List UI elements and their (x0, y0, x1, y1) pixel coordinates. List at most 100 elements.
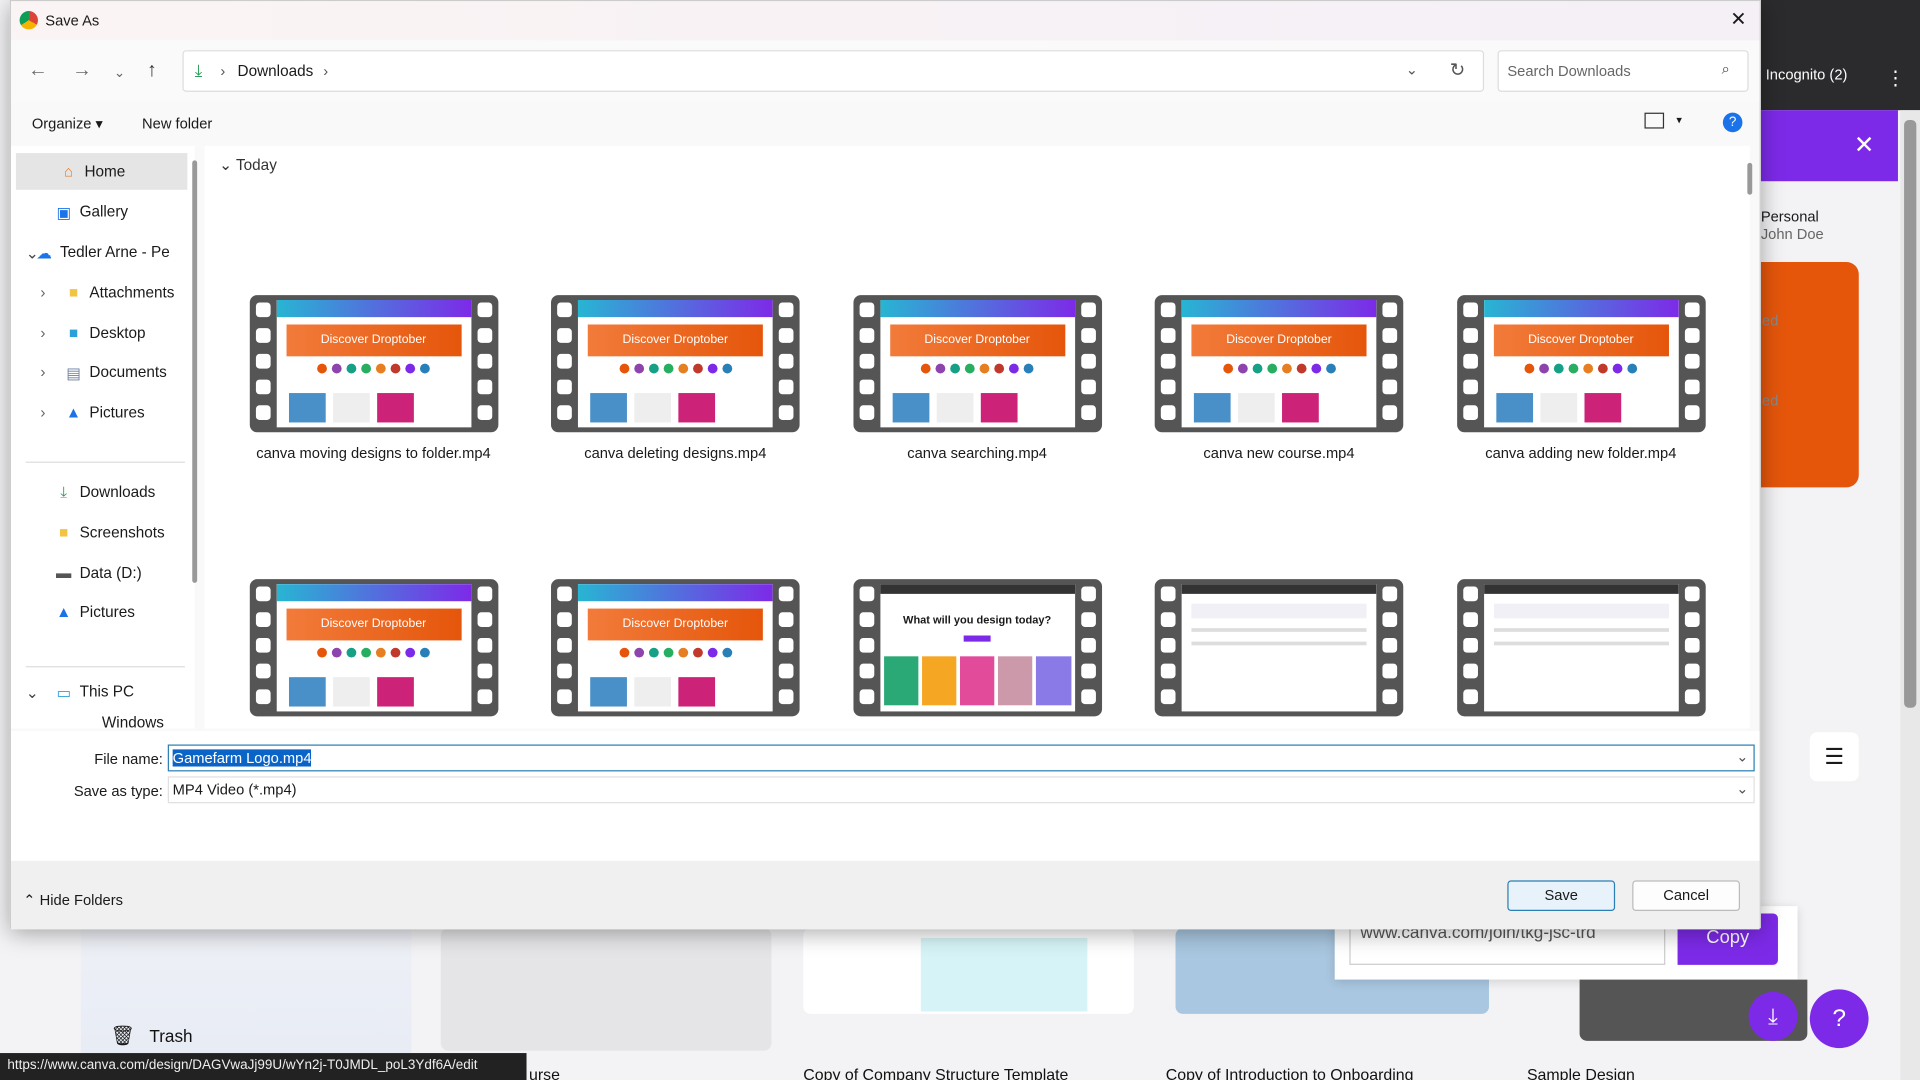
file-item[interactable]: What will you design today? (830, 579, 1124, 717)
breadcrumb-separator: › (220, 62, 226, 80)
sidebar-item-windows-c-[interactable]: ▬ Windows (C:) (11, 713, 182, 729)
sidebar-item-label: Pictures (89, 404, 145, 422)
sidebar-item-data-d-[interactable]: ▬ Data (D:) (11, 555, 182, 592)
search-input[interactable]: Search Downloads ⌕ (1497, 50, 1749, 92)
thumbnail-detail (420, 647, 430, 658)
sidebar-item-this-pc[interactable]: ⌄ ▭ This PC (11, 673, 182, 710)
help-icon[interactable]: ? (1722, 112, 1743, 133)
chevron-right-icon[interactable]: › (40, 404, 45, 421)
breadcrumb-downloads[interactable]: Downloads (238, 62, 314, 79)
thumbnail-detail (1612, 363, 1623, 374)
film-hole (1080, 353, 1096, 369)
trash-link[interactable]: Trash (149, 1026, 192, 1046)
film-hole (1160, 328, 1176, 343)
forward-icon[interactable]: → (72, 60, 92, 82)
close-icon[interactable]: ✕ (1730, 7, 1746, 31)
sidebar-item-tedler-arne-pe[interactable]: ⌄ ☁ Tedler Arne - Pe (11, 234, 182, 271)
card-title[interactable]: Copy of Company Structure Template (803, 1065, 1068, 1080)
view-icon[interactable] (1644, 112, 1665, 129)
trash-icon[interactable]: 🗑 (110, 1024, 135, 1048)
file-name-input[interactable]: Gamefarm Logo.mp4 ⌄ (167, 744, 1755, 772)
file-item[interactable]: Discover Droptober (227, 579, 521, 717)
file-item[interactable] (1434, 579, 1728, 717)
list-view-icon[interactable]: ☰ (1809, 732, 1859, 782)
sidebar-item-downloads[interactable]: ⤓ Downloads (11, 474, 182, 511)
film-hole (1160, 663, 1176, 679)
chevron-down-icon[interactable]: ⌄ (26, 683, 39, 701)
chevron-down-icon[interactable]: ⌄ (1736, 780, 1748, 797)
thumbnail-detail (1193, 393, 1364, 423)
save-button[interactable]: Save (1507, 880, 1616, 912)
sidebar-item-pictures[interactable]: › ▲ Pictures (11, 394, 182, 431)
browser-menu-icon[interactable]: ⋮ (1886, 66, 1906, 90)
film-hole (255, 405, 271, 421)
chevron-down-icon[interactable]: ⌄ (1736, 748, 1748, 765)
sidebar-item-screenshots[interactable]: ■ Screenshots (11, 514, 182, 551)
organize-button[interactable]: Organize ▾ (32, 115, 103, 132)
thumbnail-detail (1023, 363, 1034, 374)
close-icon[interactable]: ✕ (1854, 130, 1875, 161)
help-button[interactable]: ? (1809, 989, 1869, 1049)
film-hole (1462, 353, 1478, 369)
film-hole (1160, 637, 1176, 653)
sidebar-item-desktop[interactable]: › ■ Desktop (11, 315, 182, 352)
card-title[interactable]: Sample Design (1527, 1065, 1635, 1080)
thumbnail-detail (677, 647, 688, 658)
thumbnail-banner: Discover Droptober (285, 324, 462, 357)
view-dropdown-icon[interactable]: ▾ (1676, 114, 1682, 127)
save-type-value: MP4 Video (*.mp4) (172, 781, 297, 799)
film-hole (255, 689, 271, 705)
thumbnail-detail (1181, 584, 1377, 594)
up-icon[interactable]: ↑ (147, 60, 157, 82)
film-hole (778, 353, 794, 369)
chevron-right-icon[interactable]: › (40, 324, 45, 341)
breadcrumb-chevron[interactable]: › (323, 62, 328, 79)
thumbnail-detail (879, 300, 1075, 318)
thumbnail-detail (1036, 656, 1071, 706)
group-header-today[interactable]: ⌄ Today (219, 156, 277, 174)
download-icon[interactable]: ⤓ (1748, 991, 1798, 1041)
sidebar-item-home[interactable]: ⌂ Home (15, 153, 188, 190)
sidebar-scrollbar[interactable] (192, 160, 198, 583)
film-hole (255, 612, 271, 627)
chevron-down-icon[interactable]: ⌄ (26, 243, 39, 261)
sidebar-item-attachments[interactable]: › ■ Attachments (11, 274, 182, 311)
design-card[interactable] (803, 928, 1134, 1014)
sidebar-item-pictures[interactable]: ▲ Pictures (11, 594, 182, 631)
screen: Incognito (2) ⋮ ✕ Personal John Doe ed ed… (0, 0, 1920, 1080)
chevron-down-icon[interactable]: ⌄ (1406, 61, 1418, 78)
thumbnail-detail (721, 647, 732, 658)
share-panel-header (1760, 110, 1898, 182)
file-item[interactable]: Discover Droptober canva new course.mp4 (1132, 295, 1426, 462)
back-icon[interactable]: ← (28, 60, 48, 82)
hide-folders-button[interactable]: ⌃ Hide Folders (23, 891, 123, 908)
film-hole (1462, 689, 1478, 705)
new-folder-button[interactable]: New folder (142, 115, 212, 132)
recent-locations-icon[interactable]: ⌄ (114, 65, 125, 81)
refresh-icon[interactable]: ↻ (1450, 59, 1465, 81)
chevron-right-icon[interactable]: › (40, 284, 45, 301)
film-hole (557, 586, 572, 602)
content-scrollbar[interactable] (1747, 162, 1753, 195)
file-item[interactable]: Discover Droptober canva deleting designs… (528, 295, 822, 462)
sidebar-item-gallery[interactable]: ▣ Gallery (11, 193, 182, 230)
card-title[interactable]: urse (529, 1065, 560, 1080)
file-item[interactable]: Discover Droptober canva moving designs t… (227, 295, 521, 462)
file-item[interactable]: Discover Droptober canva adding new folde… (1434, 295, 1728, 462)
sidebar-item-documents[interactable]: › ▤ Documents (11, 354, 182, 391)
design-card[interactable] (440, 928, 772, 1051)
thumbnail-detail (276, 363, 471, 374)
thumbnail-detail (1495, 393, 1533, 423)
thumbnail-detail (633, 647, 644, 658)
file-item[interactable] (1132, 579, 1426, 717)
account-switcher[interactable]: Personal John Doe (1761, 208, 1824, 242)
file-item[interactable]: Discover Droptober canva searching.mp4 (830, 295, 1124, 462)
incognito-indicator[interactable]: Incognito (2) (1766, 66, 1848, 83)
chevron-right-icon[interactable]: › (40, 364, 45, 381)
page-scrollbar[interactable] (1900, 110, 1920, 1080)
cancel-button[interactable]: Cancel (1632, 880, 1741, 912)
address-bar[interactable]: ⤓ › Downloads › ⌄ ↻ (182, 50, 1485, 92)
card-title[interactable]: Copy of Introduction to Onboarding (1166, 1065, 1414, 1080)
save-type-select[interactable]: MP4 Video (*.mp4) ⌄ (167, 776, 1755, 804)
file-item[interactable]: Discover Droptober (528, 579, 822, 717)
